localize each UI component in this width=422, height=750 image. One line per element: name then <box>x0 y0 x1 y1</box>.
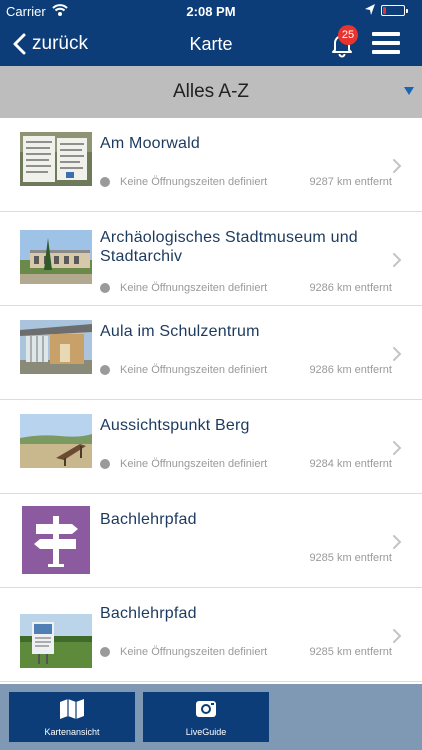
hamburger-menu-icon[interactable] <box>372 32 400 56</box>
distance: 9285 km entfernt <box>309 552 392 564</box>
museum-photo-thumbnail <box>20 230 92 284</box>
distance: 9287 km entfernt <box>309 176 392 188</box>
chevron-right-icon <box>393 535 402 549</box>
back-label: zurück <box>32 33 88 54</box>
opening-hours: Keine Öffnungszeiten definiert <box>120 176 268 188</box>
chevron-right-icon <box>393 441 402 455</box>
liveguide-label: LiveGuide <box>185 727 227 737</box>
list-item[interactable]: Aula im Schulzentrum Keine Öffnungszeite… <box>0 306 422 400</box>
menu-bar <box>372 41 400 45</box>
chevron-right-icon <box>393 629 402 643</box>
building-photo-thumbnail <box>20 320 92 374</box>
list-item[interactable]: Am Moorwald Keine Öffnungszeiten definie… <box>0 118 422 212</box>
map-view-button[interactable]: Kartenansicht <box>9 692 135 742</box>
opening-hours: Keine Öffnungszeiten definiert <box>120 282 268 294</box>
place-name: Am Moorwald <box>100 135 201 152</box>
viewpoint-photo-thumbnail <box>20 414 92 468</box>
dropdown-caret-icon <box>404 87 414 95</box>
place-meta: 9285 km entfernt <box>100 552 392 566</box>
place-name: Bachlehrpfad <box>100 511 197 528</box>
place-meta: Keine Öffnungszeiten definiert 9287 km e… <box>100 176 392 190</box>
list-item[interactable]: Aussichtspunkt Berg Keine Öffnungszeiten… <box>0 400 422 494</box>
battery-icon <box>381 5 408 16</box>
map-icon <box>60 699 84 719</box>
chevron-right-icon <box>393 253 402 267</box>
places-list: Am Moorwald Keine Öffnungszeiten definie… <box>0 118 422 684</box>
distance: 9286 km entfernt <box>309 364 392 376</box>
location-arrow-icon <box>364 3 376 20</box>
top-bar: Carrier 2:08 PM zurück Karte 25 <box>0 0 422 66</box>
place-name: Bachlehrpfad <box>100 605 197 622</box>
place-meta: Keine Öffnungszeiten definiert 9284 km e… <box>100 458 392 472</box>
distance: 9284 km entfernt <box>309 458 392 470</box>
status-dot <box>100 459 110 469</box>
status-bar: Carrier 2:08 PM <box>0 0 422 22</box>
map-view-label: Kartenansicht <box>44 727 100 737</box>
chevron-right-icon <box>393 159 402 173</box>
status-time: 2:08 PM <box>186 4 236 19</box>
place-name: Aula im Schulzentrum <box>100 323 260 340</box>
signpost-icon <box>22 506 90 574</box>
place-meta: Keine Öffnungszeiten definiert 9285 km e… <box>100 646 392 660</box>
chevron-right-icon <box>393 347 402 361</box>
opening-hours: Keine Öffnungszeiten definiert <box>120 364 268 376</box>
status-dot <box>100 283 110 293</box>
distance: 9286 km entfernt <box>309 282 392 294</box>
opening-hours: Keine Öffnungszeiten definiert <box>120 646 268 658</box>
battery-nub <box>406 9 408 13</box>
battery-level <box>383 7 386 14</box>
status-dot <box>100 365 110 375</box>
navigation-bar: zurück Karte 25 <box>0 22 422 66</box>
camera-icon <box>196 701 216 717</box>
notification-badge: 25 <box>338 25 358 45</box>
status-dot <box>100 647 110 657</box>
menu-bar <box>372 32 400 36</box>
place-meta: Keine Öffnungszeiten definiert 9286 km e… <box>100 364 392 378</box>
sort-filter-dropdown[interactable]: Alles A-Z <box>0 66 422 118</box>
place-name: Archäologisches Stadtmuseum und Stadtarc… <box>100 229 358 265</box>
filter-label: Alles A-Z <box>172 81 250 102</box>
back-button[interactable]: zurück <box>10 30 88 58</box>
place-name: Aussichtspunkt Berg <box>100 417 250 434</box>
chevron-left-icon <box>13 33 26 55</box>
infoboard-photo-thumbnail <box>20 614 92 668</box>
status-dot <box>100 177 110 187</box>
liveguide-button[interactable]: LiveGuide <box>143 692 269 742</box>
bottom-toolbar: Kartenansicht LiveGuide <box>0 684 422 750</box>
signpost-photo-thumbnail <box>20 132 92 186</box>
list-item[interactable]: Bachlehrpfad 9285 km entfernt <box>0 494 422 588</box>
distance: 9285 km entfernt <box>309 646 392 658</box>
place-meta: Keine Öffnungszeiten definiert 9286 km e… <box>100 282 392 296</box>
list-item[interactable]: Bachlehrpfad Keine Öffnungszeiten defini… <box>0 588 422 682</box>
list-item[interactable]: Archäologisches Stadtmuseum und Stadtarc… <box>0 212 422 306</box>
opening-hours: Keine Öffnungszeiten definiert <box>120 458 268 470</box>
menu-bar <box>372 50 400 54</box>
